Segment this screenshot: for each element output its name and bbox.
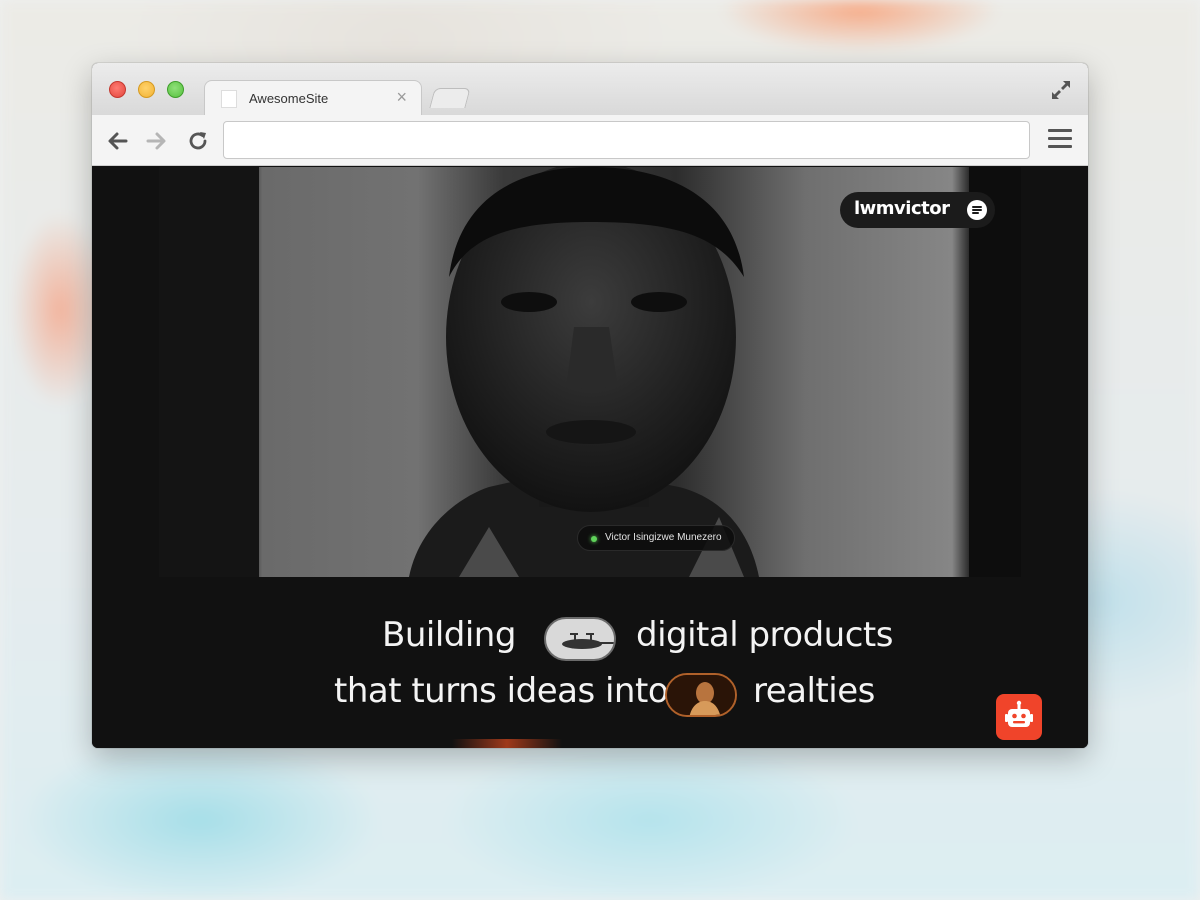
browser-titlebar: AwesomeSite × xyxy=(92,63,1088,115)
headline-word-digital-products: digital products xyxy=(636,615,893,655)
chatbot-button[interactable] xyxy=(996,694,1042,740)
portrait-thumbnail-image xyxy=(665,673,737,717)
fullscreen-icon[interactable] xyxy=(1050,79,1072,101)
brand-logo[interactable]: lwmvictor xyxy=(854,198,950,219)
drone-thumbnail-image xyxy=(544,617,616,661)
name-tag: Victor Isingizwe Munezero xyxy=(577,525,735,551)
headline-word-realties: realties xyxy=(753,671,875,711)
close-window-button[interactable] xyxy=(109,81,126,98)
hamburger-menu-icon[interactable] xyxy=(1048,129,1072,151)
status-dot xyxy=(591,536,597,542)
robot-icon xyxy=(1005,700,1033,727)
browser-window: AwesomeSite × lwmvictor Victor Isingizwe… xyxy=(92,63,1088,748)
reload-icon[interactable] xyxy=(186,129,210,153)
browser-tab[interactable]: AwesomeSite × xyxy=(204,80,422,115)
zoom-window-button[interactable] xyxy=(167,81,184,98)
portrait-silhouette xyxy=(159,167,1021,577)
favicon-icon xyxy=(221,90,237,108)
bottom-glow xyxy=(452,739,562,748)
back-arrow-icon[interactable] xyxy=(105,129,129,153)
webpage-content: lwmvictor Victor Isingizwe Munezero Buil… xyxy=(92,167,1088,748)
menu-icon[interactable] xyxy=(967,200,987,220)
forward-arrow-icon[interactable] xyxy=(145,129,169,153)
headline-word-ideas: that turns ideas into xyxy=(334,671,669,711)
address-bar[interactable] xyxy=(223,121,1030,159)
headline-word-building: Building xyxy=(382,615,516,655)
hero-portrait-image: lwmvictor Victor Isingizwe Munezero xyxy=(159,167,1021,577)
name-tag-label: Victor Isingizwe Munezero xyxy=(605,532,722,543)
new-tab-button[interactable] xyxy=(429,88,471,108)
minimize-window-button[interactable] xyxy=(138,81,155,98)
browser-toolbar xyxy=(92,115,1088,166)
tab-close-button[interactable]: × xyxy=(396,87,407,107)
hero-headline: Building digital products that turns ide… xyxy=(92,607,1088,737)
brand-pill[interactable]: lwmvictor xyxy=(840,192,995,228)
tab-title: AwesomeSite xyxy=(249,91,329,106)
